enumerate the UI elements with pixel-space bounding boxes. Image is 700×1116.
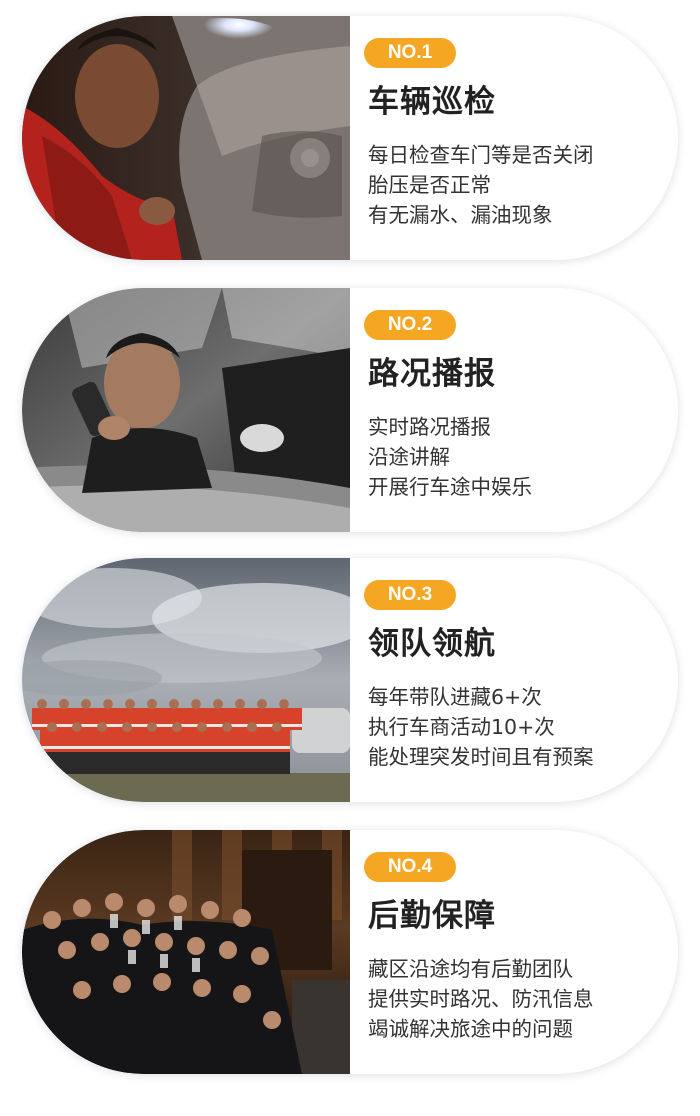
team-group-outdoor-photo <box>22 558 350 802</box>
card-title: 车辆巡检 <box>368 84 496 120</box>
card-title: 路况播报 <box>368 356 496 392</box>
number-badge: NO.1 <box>364 38 456 68</box>
card-description: 每年带队进藏6+次 执行车商活动10+次 能处理突发时间且有预案 <box>368 682 594 772</box>
driver-with-radio-photo <box>22 288 350 532</box>
number-badge: NO.3 <box>364 580 456 610</box>
description-line: 藏区沿途均有后勤团队 <box>368 957 573 981</box>
description-line: 胎压是否正常 <box>368 173 491 197</box>
number-badge: NO.4 <box>364 852 456 882</box>
card-text: NO.4 后勤保障 藏区沿途均有后勤团队 提供实时路况、防汛信息 竭诚解决旅途中… <box>364 830 664 1074</box>
card-title: 后勤保障 <box>368 898 496 934</box>
description-line: 每年带队进藏6+次 <box>368 685 542 709</box>
description-line: 每日检查车门等是否关闭 <box>368 143 594 167</box>
mechanic-inspecting-car-photo <box>22 16 350 260</box>
card-text: NO.2 路况播报 实时路况播报 沿途讲解 开展行车途中娱乐 <box>364 288 664 532</box>
description-line: 有无漏水、漏油现象 <box>368 203 553 227</box>
number-badge: NO.2 <box>364 310 456 340</box>
card-title: 领队领航 <box>368 626 496 662</box>
card-description: 实时路况播报 沿途讲解 开展行车途中娱乐 <box>368 412 532 502</box>
description-line: 能处理突发时间且有预案 <box>368 745 594 769</box>
card-description: 每日检查车门等是否关闭 胎压是否正常 有无漏水、漏油现象 <box>368 140 594 230</box>
staff-group-indoor-photo <box>22 830 350 1074</box>
description-line: 开展行车途中娱乐 <box>368 475 532 499</box>
service-card-team-leader: NO.3 领队领航 每年带队进藏6+次 执行车商活动10+次 能处理突发时间且有… <box>22 558 678 802</box>
service-card-logistics: NO.4 后勤保障 藏区沿途均有后勤团队 提供实时路况、防汛信息 竭诚解决旅途中… <box>22 830 678 1074</box>
description-line: 实时路况播报 <box>368 415 491 439</box>
card-text: NO.1 车辆巡检 每日检查车门等是否关闭 胎压是否正常 有无漏水、漏油现象 <box>364 16 664 260</box>
description-line: 提供实时路况、防汛信息 <box>368 987 594 1011</box>
description-line: 执行车商活动10+次 <box>368 715 555 739</box>
service-card-road-broadcast: NO.2 路况播报 实时路况播报 沿途讲解 开展行车途中娱乐 <box>22 288 678 532</box>
description-line: 沿途讲解 <box>368 445 450 469</box>
service-card-vehicle-inspection: NO.1 车辆巡检 每日检查车门等是否关闭 胎压是否正常 有无漏水、漏油现象 <box>22 16 678 260</box>
card-description: 藏区沿途均有后勤团队 提供实时路况、防汛信息 竭诚解决旅途中的问题 <box>368 954 594 1044</box>
description-line: 竭诚解决旅途中的问题 <box>368 1017 573 1041</box>
card-text: NO.3 领队领航 每年带队进藏6+次 执行车商活动10+次 能处理突发时间且有… <box>364 558 664 802</box>
